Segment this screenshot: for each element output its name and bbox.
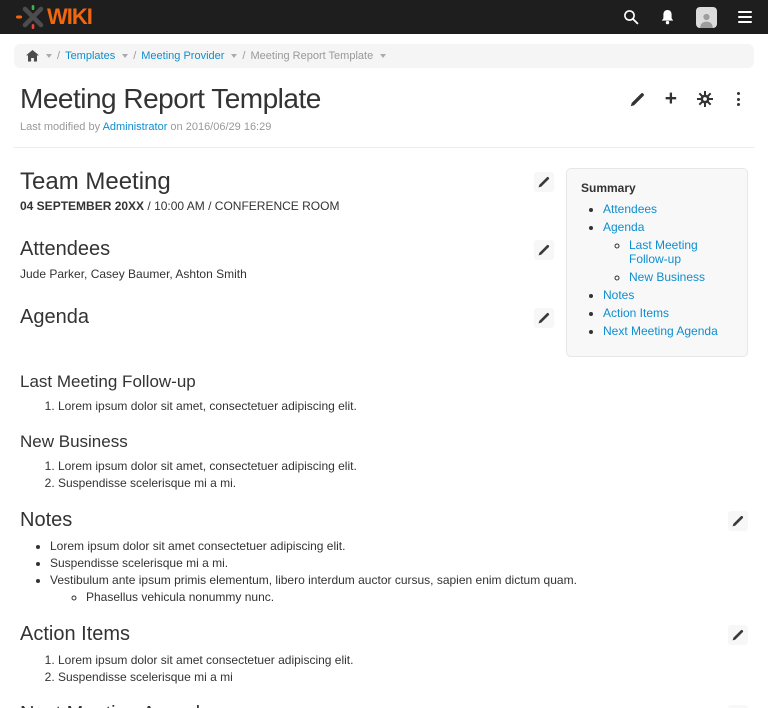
attendees-names: Jude Parker, Casey Baumer, Ashton Smith <box>20 267 554 281</box>
edit-pencil-icon[interactable] <box>630 92 645 107</box>
meeting-date: 04 SEPTEMBER 20XX <box>20 199 144 213</box>
document-content: Team Meeting 04 SEPTEMBER 20XX / 10:00 A… <box>0 148 768 708</box>
document-actions: + <box>630 83 748 107</box>
action-items-list: Lorem ipsum dolor sit amet consectetuer … <box>20 653 748 684</box>
list-item: Vestibulum ante ipsum primis elementum, … <box>50 573 748 604</box>
user-avatar[interactable] <box>696 7 717 28</box>
list-item: New Business <box>629 270 737 284</box>
chevron-down-icon[interactable] <box>122 54 128 58</box>
list-item: Suspendisse scelerisque mi a mi. <box>50 556 748 570</box>
breadcrumb: / Templates / Meeting Provider / Meeting… <box>14 44 754 68</box>
list-item: Phasellus vehicula nonummy nunc. <box>86 590 748 604</box>
section-heading-attendees: Attendees <box>20 238 110 261</box>
summary-link-last-meeting-follow-up[interactable]: Last Meeting Follow-up <box>629 238 698 266</box>
summary-link-next-meeting-agenda[interactable]: Next Meeting Agenda <box>603 324 718 338</box>
section-agenda-header: Agenda <box>20 306 554 329</box>
breadcrumb-link-templates[interactable]: Templates <box>65 50 115 62</box>
summary-link-attendees[interactable]: Attendees <box>603 202 657 216</box>
summary-title: Summary <box>581 181 737 195</box>
notes-list: Lorem ipsum dolor sit amet consectetuer … <box>20 539 748 604</box>
section-attendees-header: Attendees <box>20 238 554 261</box>
breadcrumb-current-page: Meeting Report Template <box>250 50 373 62</box>
new-business-list: Lorem ipsum dolor sit amet, consectetuer… <box>20 459 748 490</box>
last-modified-line: Last modified by Administrator on 2016/0… <box>20 121 748 133</box>
list-item: Last Meeting Follow-up <box>629 238 737 266</box>
section-heading-notes: Notes <box>20 509 72 532</box>
chevron-down-icon[interactable] <box>46 54 52 58</box>
section-heading-new-business: New Business <box>20 432 748 452</box>
meeting-meta-line: 04 SEPTEMBER 20XX / 10:00 AM / CONFERENC… <box>20 199 554 213</box>
top-navbar: WIKI <box>0 0 768 34</box>
summary-link-notes[interactable]: Notes <box>603 288 634 302</box>
section-edit-pencil-icon[interactable] <box>728 511 748 531</box>
list-item: Action Items <box>603 306 737 320</box>
summary-link-action-items[interactable]: Action Items <box>603 306 669 320</box>
list-item: Next Meeting Agenda <box>603 324 737 338</box>
modified-prefix: Last modified by <box>20 121 100 133</box>
home-icon[interactable] <box>26 50 39 62</box>
xwiki-logo-x-icon <box>16 5 46 29</box>
section-heading-last-meeting-follow-up: Last Meeting Follow-up <box>20 372 748 392</box>
list-item: Notes <box>603 288 737 302</box>
avatar-image <box>696 7 717 28</box>
list-item: Agenda Last Meeting Follow-up New Busine… <box>603 220 737 284</box>
list-item: Lorem ipsum dolor sit amet consectetuer … <box>58 653 748 667</box>
hamburger-icon[interactable] <box>738 11 752 23</box>
section-heading-next-meeting-agenda: Next Meeting Agenda <box>20 703 211 708</box>
page-title: Meeting Report Template <box>20 83 321 115</box>
list-item: Lorem ipsum dolor sit amet, consectetuer… <box>58 459 748 473</box>
xwiki-logo-text: WIKI <box>47 6 92 28</box>
summary-link-new-business[interactable]: New Business <box>629 270 705 284</box>
create-plus-icon[interactable]: + <box>665 91 677 107</box>
breadcrumb-separator: / <box>242 50 245 62</box>
section-edit-pencil-icon[interactable] <box>534 308 554 328</box>
section-heading-action-items: Action Items <box>20 623 130 646</box>
section-edit-pencil-icon[interactable] <box>534 240 554 260</box>
modified-user-link[interactable]: Administrator <box>103 121 168 133</box>
settings-gear-icon[interactable] <box>697 91 713 107</box>
section-next-meeting-header: Next Meeting Agenda <box>20 703 748 708</box>
breadcrumb-link-meeting-provider[interactable]: Meeting Provider <box>141 50 224 62</box>
last-meeting-list: Lorem ipsum dolor sit amet, consectetuer… <box>20 399 748 413</box>
list-item: Attendees <box>603 202 737 216</box>
section-action-items-header: Action Items <box>20 623 748 646</box>
breadcrumb-separator: / <box>57 50 60 62</box>
section-notes-header: Notes <box>20 509 748 532</box>
list-item: Suspendisse scelerisque mi a mi <box>58 670 748 684</box>
summary-panel: Summary Attendees Agenda Last Meeting Fo… <box>566 168 748 357</box>
breadcrumb-separator: / <box>133 50 136 62</box>
section-team-meeting-header: Team Meeting <box>20 168 554 196</box>
xwiki-page: WIKI / Templates <box>0 0 768 708</box>
summary-link-agenda[interactable]: Agenda <box>603 220 644 234</box>
chevron-down-icon[interactable] <box>231 54 237 58</box>
section-heading-agenda: Agenda <box>20 306 89 329</box>
section-edit-pencil-icon[interactable] <box>728 625 748 645</box>
more-actions-kebab-icon[interactable] <box>733 92 744 106</box>
section-heading-team-meeting: Team Meeting <box>20 168 171 196</box>
xwiki-logo[interactable]: WIKI <box>16 5 92 29</box>
section-edit-pencil-icon[interactable] <box>534 172 554 192</box>
chevron-down-icon[interactable] <box>380 54 386 58</box>
list-item: Lorem ipsum dolor sit amet, consectetuer… <box>58 399 748 413</box>
meeting-time-location: / 10:00 AM / CONFERENCE ROOM <box>147 199 339 213</box>
bell-icon[interactable] <box>660 9 675 25</box>
search-icon[interactable] <box>623 9 639 25</box>
modified-suffix: on 2016/06/29 16:29 <box>170 121 271 133</box>
list-item: Suspendisse scelerisque mi a mi. <box>58 476 748 490</box>
list-item: Lorem ipsum dolor sit amet consectetuer … <box>50 539 748 553</box>
section-edit-pencil-icon[interactable] <box>728 705 748 708</box>
